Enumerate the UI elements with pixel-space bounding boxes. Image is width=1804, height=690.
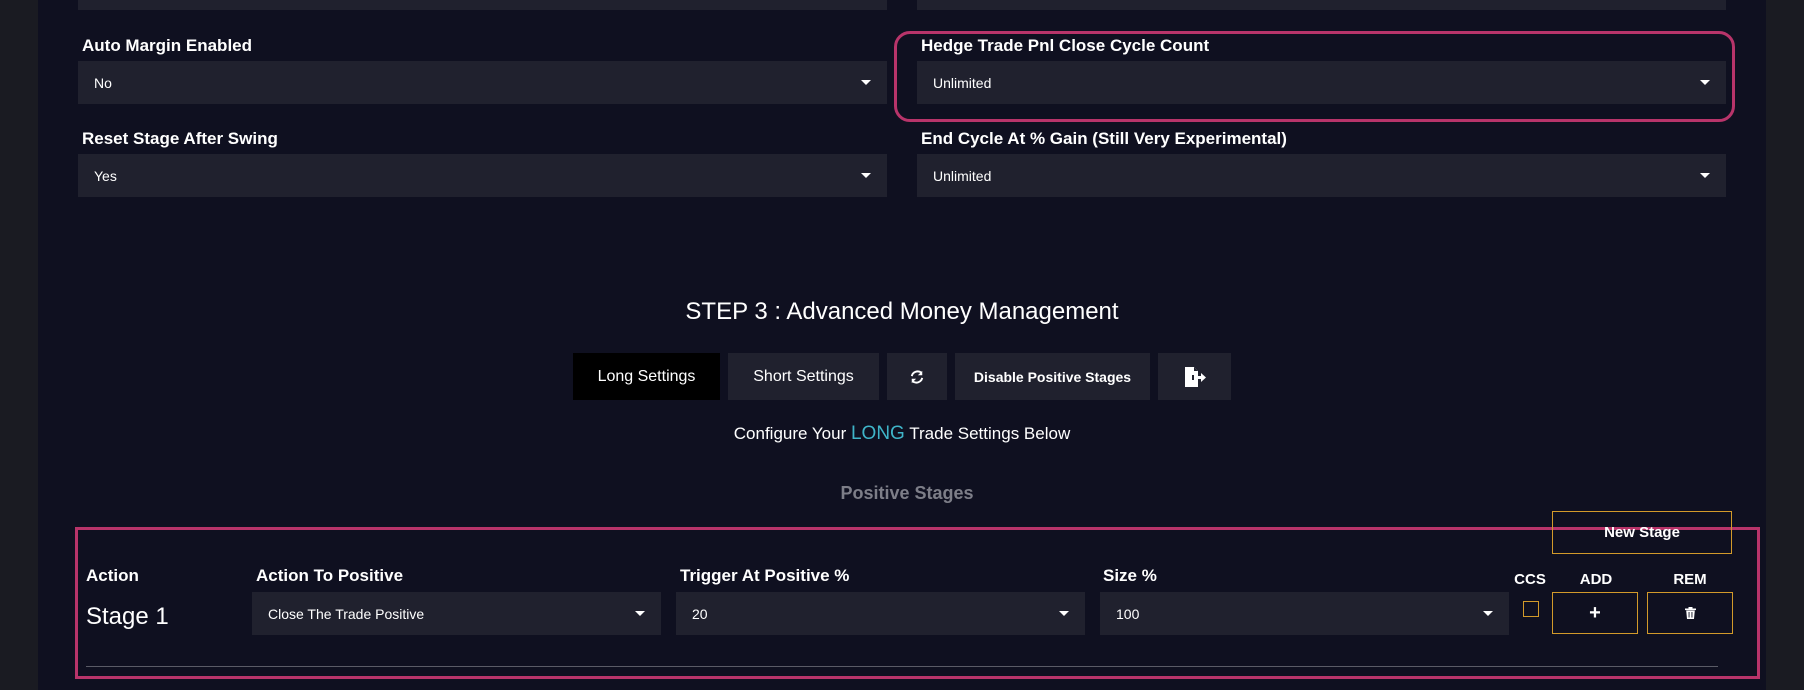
- header-trigger: Trigger At Positive %: [680, 566, 850, 585]
- configure-text: Configure Your LONG Trade Settings Below: [0, 423, 1804, 445]
- chevron-down-icon: [1700, 173, 1710, 178]
- chevron-down-icon: [861, 80, 871, 85]
- top-field-right-partial[interactable]: [917, 0, 1726, 10]
- step3-title: STEP 3 : Advanced Money Management: [685, 298, 1119, 325]
- reset-stage-label: Reset Stage After Swing: [82, 129, 278, 148]
- action-to-positive-value: Close The Trade Positive: [268, 605, 425, 622]
- header-rem: REM: [1673, 571, 1707, 588]
- add-stage-button[interactable]: +: [1552, 592, 1638, 634]
- refresh-button[interactable]: [887, 353, 947, 400]
- reset-stage-value: Yes: [94, 167, 117, 184]
- end-cycle-select[interactable]: Unlimited: [917, 154, 1726, 197]
- header-action-to-positive: Action To Positive: [256, 566, 404, 585]
- tab-short-settings[interactable]: Short Settings: [728, 353, 879, 400]
- auto-margin-label: Auto Margin Enabled: [82, 36, 252, 55]
- chevron-down-icon: [1059, 611, 1069, 616]
- new-stage-button[interactable]: New Stage: [1552, 511, 1732, 554]
- top-field-left-partial[interactable]: [78, 0, 887, 10]
- hedge-pnl-label: Hedge Trade Pnl Close Cycle Count: [921, 36, 1210, 55]
- trigger-value: 20: [692, 605, 708, 622]
- export-button[interactable]: [1158, 353, 1231, 400]
- header-size: Size %: [1103, 566, 1157, 585]
- hedge-pnl-value: Unlimited: [933, 74, 992, 91]
- remove-stage-button[interactable]: [1647, 592, 1733, 634]
- size-select[interactable]: 100: [1100, 592, 1509, 635]
- tab-long-settings[interactable]: Long Settings: [573, 353, 720, 400]
- chevron-down-icon: [1700, 80, 1710, 85]
- reset-stage-select[interactable]: Yes: [78, 154, 887, 197]
- chevron-down-icon: [861, 173, 871, 178]
- header-action: Action: [86, 566, 139, 585]
- refresh-icon: [910, 369, 924, 384]
- configure-prefix: Configure Your: [733, 424, 847, 443]
- header-ccs: CCS: [1514, 571, 1546, 588]
- file-export-icon: [1184, 366, 1206, 387]
- header-add: ADD: [1579, 571, 1613, 588]
- positive-stages-title: Positive Stages: [840, 483, 974, 503]
- configure-highlight: LONG: [850, 423, 905, 444]
- ccs-checkbox[interactable]: [1523, 601, 1539, 617]
- end-cycle-value: Unlimited: [933, 167, 992, 184]
- size-value: 100: [1116, 605, 1140, 622]
- stage-label: Stage 1: [86, 603, 169, 630]
- auto-margin-value: No: [94, 74, 112, 91]
- action-to-positive-select[interactable]: Close The Trade Positive: [252, 592, 661, 635]
- auto-margin-select[interactable]: No: [78, 61, 887, 104]
- chevron-down-icon: [1483, 611, 1493, 616]
- hedge-pnl-select[interactable]: Unlimited: [917, 61, 1726, 104]
- chevron-down-icon: [635, 611, 645, 616]
- end-cycle-label: End Cycle At % Gain (Still Very Experime…: [921, 129, 1287, 148]
- trash-icon: [1684, 607, 1696, 619]
- configure-suffix: Trade Settings Below: [909, 424, 1071, 443]
- trigger-select[interactable]: 20: [676, 592, 1085, 635]
- plus-icon: +: [1589, 602, 1601, 624]
- disable-positive-stages-button[interactable]: Disable Positive Stages: [955, 353, 1150, 400]
- row-divider: [86, 666, 1718, 667]
